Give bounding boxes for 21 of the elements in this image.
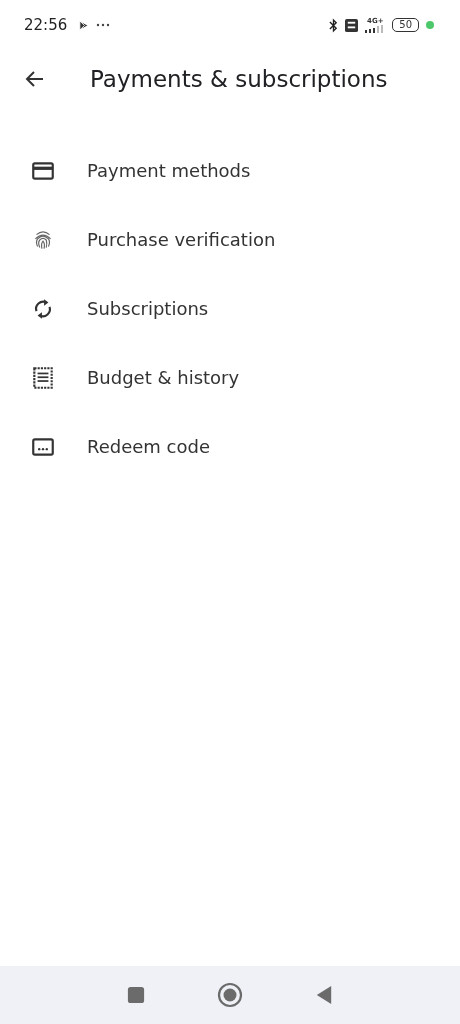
home-button[interactable] [217, 982, 243, 1008]
menu-item-label: Budget & history [87, 367, 240, 388]
receipt-icon [30, 364, 56, 391]
menu-item[interactable]: Payment methods [0, 136, 460, 205]
signal-icon [365, 24, 386, 33]
battery-indicator: 50 [392, 18, 419, 32]
more-icon [96, 23, 111, 27]
bluetooth-icon [329, 17, 339, 33]
menu-item-label: Payment methods [87, 160, 251, 181]
menu-item[interactable]: Purchase verification [0, 205, 460, 274]
status-time: 22:56 [24, 16, 68, 34]
back-nav-button[interactable] [315, 985, 333, 1005]
page-title: Payments & subscriptions [90, 66, 388, 92]
menu-item[interactable]: Budget & history [0, 343, 460, 412]
menu-item[interactable]: Subscriptions [0, 274, 460, 343]
menu-item-label: Redeem code [87, 436, 210, 457]
menu-item[interactable]: Redeem code [0, 412, 460, 481]
status-dot-icon [426, 21, 434, 29]
recent-apps-button[interactable] [127, 986, 145, 1004]
menu-item-label: Subscriptions [87, 298, 209, 319]
menu-item-label: Purchase verification [87, 229, 276, 250]
